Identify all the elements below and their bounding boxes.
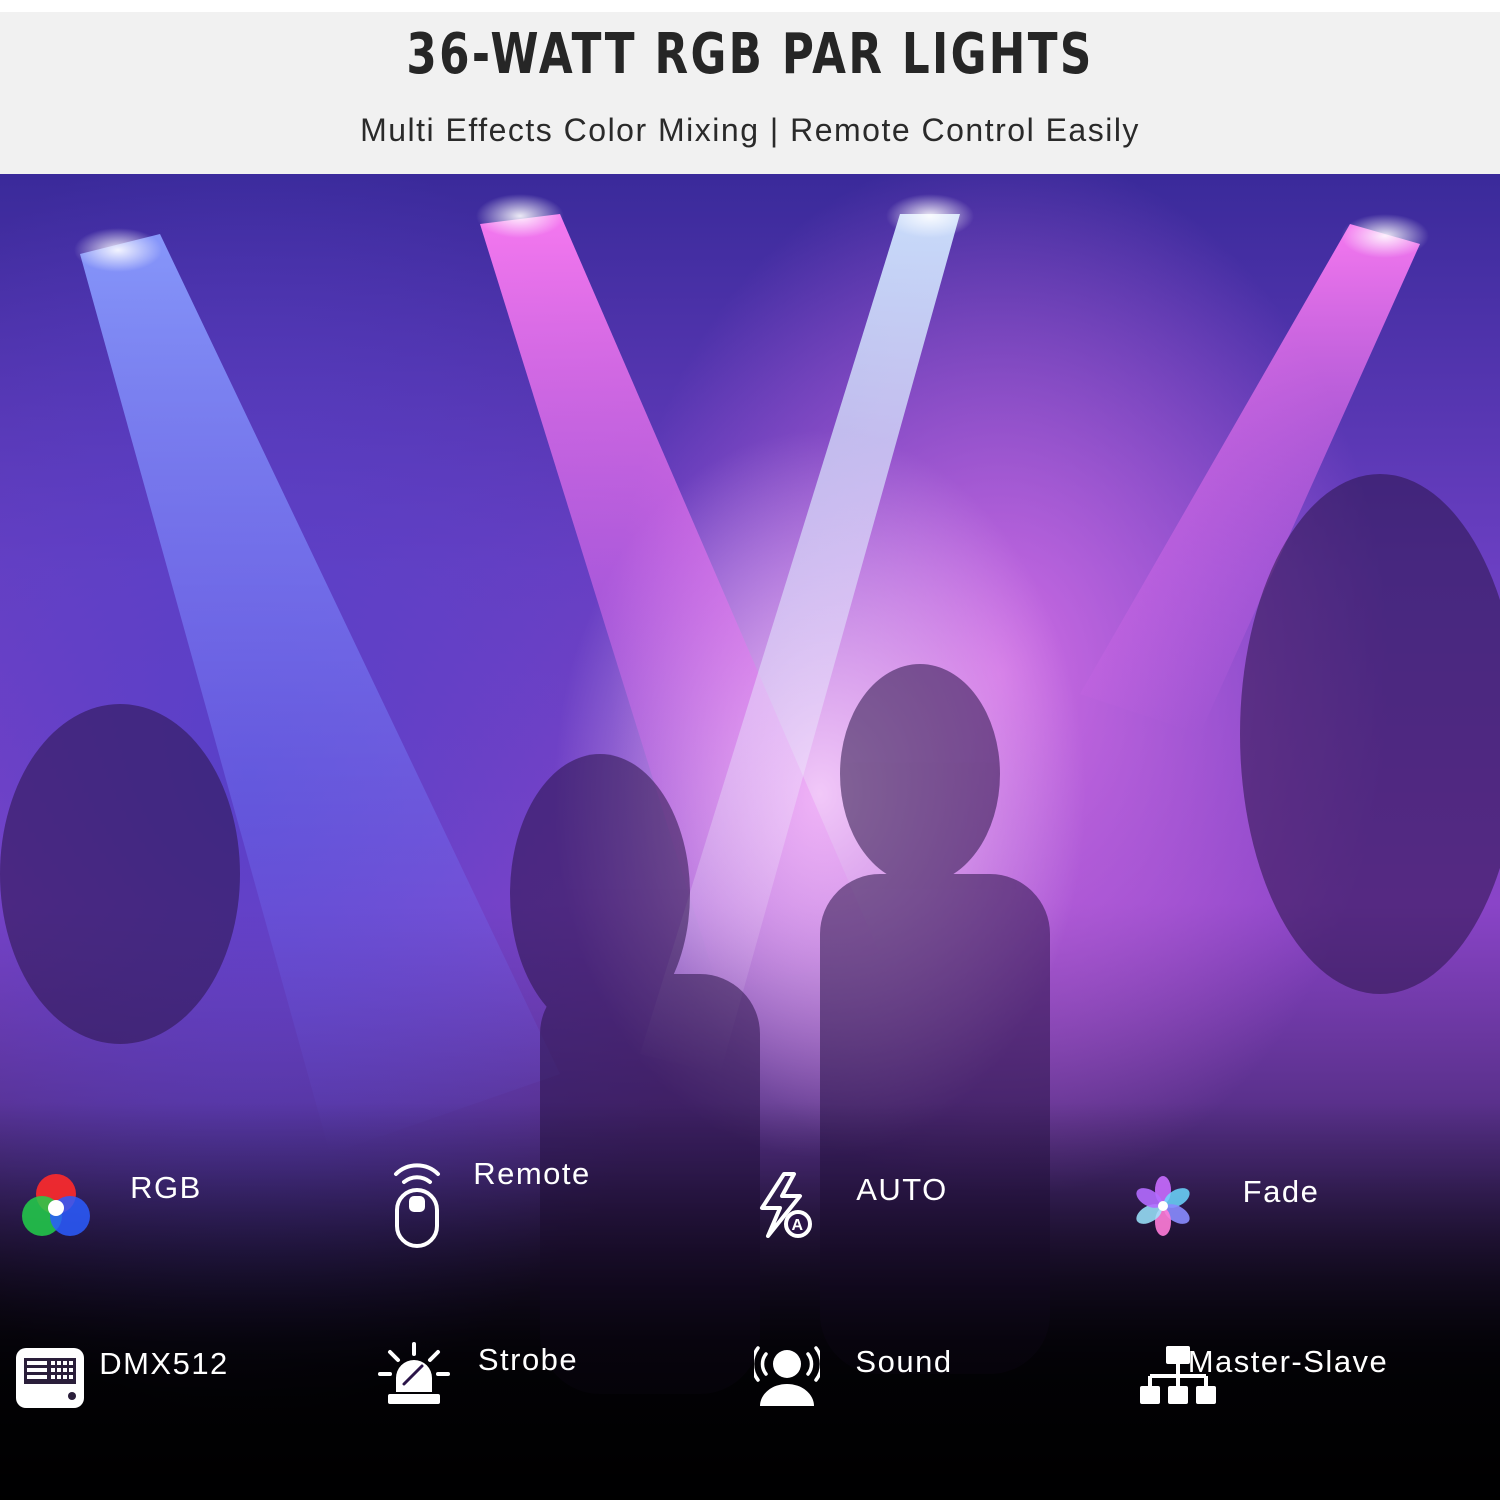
bottom-shadow-overlay: [0, 174, 1500, 1500]
feature-remote: Remote: [382, 1156, 682, 1248]
header-banner: 36-WATT RGB PAR LIGHTS Multi Effects Col…: [0, 12, 1500, 174]
light-beams-illustration: [0, 174, 1500, 1500]
svg-text:A: A: [791, 1217, 804, 1234]
feature-rgb: RGB: [16, 1170, 316, 1236]
feature-master-slave: Master-Slave: [1138, 1344, 1438, 1404]
feature-sound: Sound: [754, 1344, 1054, 1406]
dmx-controller-icon: [16, 1348, 84, 1408]
auto-lightning-icon: A: [760, 1172, 812, 1238]
fade-flower-icon: [1136, 1176, 1190, 1236]
page-subtitle: Multi Effects Color Mixing | Remote Cont…: [360, 112, 1140, 148]
page-title: 36-WATT RGB PAR LIGHTS: [406, 22, 1094, 87]
rgb-color-circles-icon: [22, 1174, 90, 1236]
feature-strobe: Strobe: [378, 1342, 678, 1404]
feature-dmx512: DMX512: [14, 1346, 314, 1408]
feature-fade: Fade: [1131, 1174, 1431, 1236]
party-scene-image: RGB Remote A AUTO Fade DMX512 Strobe Sou…: [0, 174, 1500, 1500]
remote-control-icon: [394, 1163, 440, 1248]
feature-auto: A AUTO: [752, 1172, 1052, 1238]
master-slave-network-icon: [1140, 1346, 1216, 1404]
sound-activated-icon: [754, 1346, 820, 1406]
strobe-siren-icon: [378, 1342, 450, 1404]
